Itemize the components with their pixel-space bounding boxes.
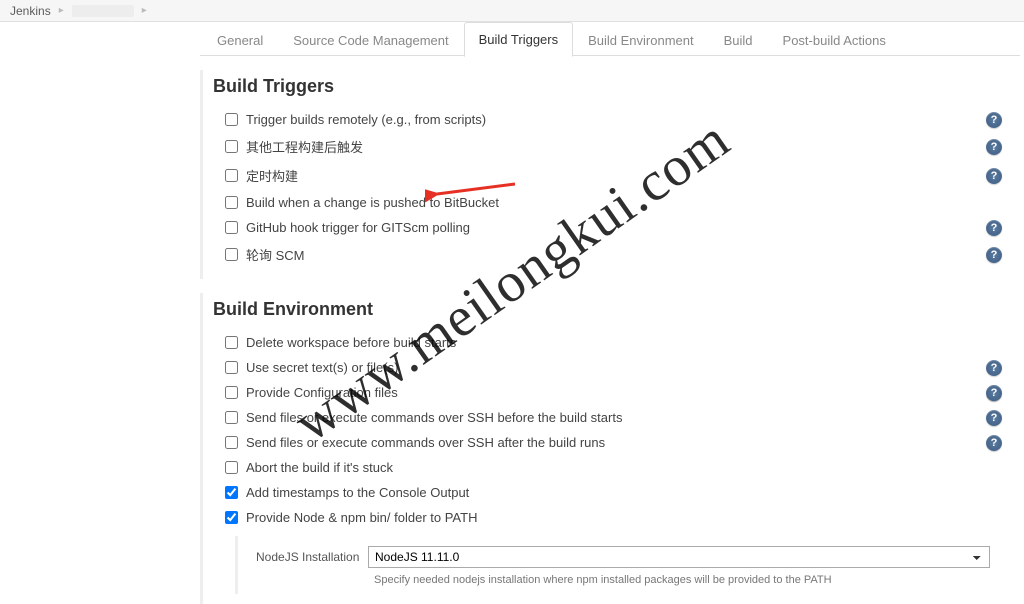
env-node-path-row: Provide Node & npm bin/ folder to PATH [203,505,1020,530]
env-config-files-label[interactable]: Provide Configuration files [246,385,398,400]
main-panel: General Source Code Management Build Tri… [200,22,1024,604]
trigger-bitbucket-row: Build when a change is pushed to BitBuck… [203,190,1020,215]
trigger-bitbucket-checkbox[interactable] [225,196,238,209]
nodejs-install-row: NodeJS Installation NodeJS 11.11.0 [238,544,1002,570]
env-delete-ws-row: Delete workspace before build starts [203,330,1020,355]
trigger-upstream-label[interactable]: 其他工程构建后触发 [246,137,363,156]
nodejs-install-desc: Specify needed nodejs installation where… [374,574,1002,586]
tab-scm[interactable]: Source Code Management [278,23,463,57]
env-ssh-after-label[interactable]: Send files or execute commands over SSH … [246,435,605,450]
trigger-upstream-checkbox[interactable] [225,140,238,153]
env-node-path-label[interactable]: Provide Node & npm bin/ folder to PATH [246,510,477,525]
config-tabs: General Source Code Management Build Tri… [200,22,1020,56]
help-icon[interactable]: ? [986,247,1002,263]
help-icon[interactable]: ? [986,139,1002,155]
trigger-bitbucket-label[interactable]: Build when a change is pushed to BitBuck… [246,195,499,210]
tab-build[interactable]: Build [709,23,768,57]
env-node-path-checkbox[interactable] [225,511,238,524]
side-panel [0,22,200,604]
trigger-pollscm-label[interactable]: 轮询 SCM [246,245,305,264]
help-icon[interactable]: ? [986,168,1002,184]
help-icon[interactable]: ? [986,435,1002,451]
tab-build-environment[interactable]: Build Environment [573,23,709,57]
env-ssh-before-label[interactable]: Send files or execute commands over SSH … [246,410,622,425]
section-build-triggers: Build Triggers Trigger builds remotely (… [200,70,1020,279]
trigger-github-label[interactable]: GitHub hook trigger for GITScm polling [246,220,470,235]
env-secret-checkbox[interactable] [225,361,238,374]
chevron-right-icon: ▸ [59,5,64,16]
env-ssh-after-row: Send files or execute commands over SSH … [203,430,1020,455]
trigger-pollscm-row: 轮询 SCM ? [203,240,1020,269]
env-abort-stuck-row: Abort the build if it's stuck [203,455,1020,480]
help-icon[interactable]: ? [986,112,1002,128]
tab-general[interactable]: General [202,23,278,57]
nodejs-config-block: NodeJS Installation NodeJS 11.11.0 Speci… [235,536,1002,594]
env-config-files-row: Provide Configuration files true ? [203,380,1020,405]
help-icon[interactable]: ? [986,410,1002,426]
trigger-timer-checkbox[interactable] [225,169,238,182]
tab-build-triggers[interactable]: Build Triggers [464,22,573,57]
env-timestamps-checkbox[interactable] [225,486,238,499]
help-icon[interactable]: ? [986,385,1002,401]
env-ssh-before-checkbox[interactable] [225,411,238,424]
help-icon[interactable]: ? [986,360,1002,376]
breadcrumb-item-redacted[interactable] [72,5,134,17]
env-secret-row: Use secret text(s) or file(s) ? [203,355,1020,380]
section-title: Build Environment [213,299,1020,320]
trigger-github-row: GitHub hook trigger for GITScm polling ? [203,215,1020,240]
breadcrumb: Jenkins ▸ ▸ [0,0,1024,22]
env-delete-ws-checkbox[interactable] [225,336,238,349]
breadcrumb-root[interactable]: Jenkins [10,4,51,18]
env-timestamps-label[interactable]: Add timestamps to the Console Output [246,485,469,500]
env-config-files-checkbox[interactable] [225,386,238,399]
env-delete-ws-label[interactable]: Delete workspace before build starts [246,335,456,350]
chevron-right-icon: ▸ [142,5,147,16]
content: General Source Code Management Build Tri… [0,22,1024,604]
help-icon[interactable]: ? [986,220,1002,236]
trigger-github-checkbox[interactable] [225,221,238,234]
env-abort-stuck-checkbox[interactable] [225,461,238,474]
trigger-pollscm-checkbox[interactable] [225,248,238,261]
tab-post-build[interactable]: Post-build Actions [768,23,901,57]
trigger-timer-row: 定时构建 ? [203,161,1020,190]
trigger-timer-label[interactable]: 定时构建 [246,166,298,185]
section-title: Build Triggers [213,76,1020,97]
section-build-environment: Build Environment Delete workspace befor… [200,293,1020,604]
env-abort-stuck-label[interactable]: Abort the build if it's stuck [246,460,393,475]
trigger-remotely-row: Trigger builds remotely (e.g., from scri… [203,107,1020,132]
nodejs-install-select[interactable]: NodeJS 11.11.0 [368,546,990,568]
env-ssh-after-checkbox[interactable] [225,436,238,449]
trigger-remotely-checkbox[interactable] [225,113,238,126]
env-secret-label[interactable]: Use secret text(s) or file(s) [246,360,398,375]
env-timestamps-row: Add timestamps to the Console Output [203,480,1020,505]
trigger-upstream-row: 其他工程构建后触发 ? [203,132,1020,161]
trigger-remotely-label[interactable]: Trigger builds remotely (e.g., from scri… [246,112,486,127]
env-ssh-before-row: Send files or execute commands over SSH … [203,405,1020,430]
